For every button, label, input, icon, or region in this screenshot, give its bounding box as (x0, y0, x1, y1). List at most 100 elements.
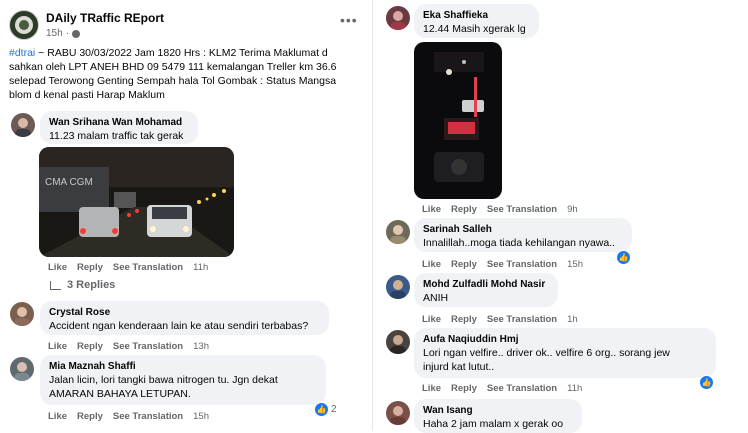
globe-icon (72, 29, 81, 38)
user-avatar-icon (390, 280, 406, 299)
like-button[interactable]: Like (422, 204, 441, 215)
comment-time[interactable]: 1h (567, 314, 578, 325)
post-time[interactable]: 15h (46, 28, 63, 39)
comment-author[interactable]: Mohd Zulfadli Mohd Nasir (423, 278, 549, 291)
comment-bubble: Crystal Rose Accident ngan kenderaan lai… (40, 301, 329, 335)
see-translation-button[interactable]: See Translation (113, 411, 183, 422)
user-avatar-icon (14, 307, 30, 326)
comment-bubble: Aufa Naqiuddin Hmj Lori ngan velfire.. d… (414, 328, 716, 378)
page-logo-icon (11, 12, 37, 38)
thumbs-up-icon: 👍 (314, 402, 329, 417)
like-button[interactable]: Like (422, 259, 441, 270)
comment-time[interactable]: 11h (567, 383, 582, 394)
comment-actions: Like Reply See Translation 13h (48, 341, 209, 352)
post-body: ~ RABU 30/03/2022 Jam 1820 Hrs : KLM2 Te… (9, 47, 337, 101)
reply-arrow-icon (50, 280, 61, 290)
comment-text: Lori ngan velfire.. driver ok.. velfire … (423, 347, 670, 359)
comment-actions: Like Reply See Translation 15h (422, 259, 583, 270)
like-button[interactable]: Like (48, 262, 67, 273)
comment-text: Jalan licin, lori tangki bawa nitrogen t… (49, 374, 278, 386)
comment-text: AMARAN BAHAYA LETUPAN. (49, 388, 191, 400)
like-button[interactable]: Like (48, 411, 67, 422)
see-translation-button[interactable]: See Translation (113, 341, 183, 352)
page-name[interactable]: DAily TRaffic REport (46, 11, 164, 25)
more-options-icon[interactable]: ••• (340, 12, 358, 28)
page-avatar[interactable] (9, 10, 39, 40)
see-translation-button[interactable]: See Translation (487, 259, 557, 270)
reply-button[interactable]: Reply (451, 314, 477, 325)
avatar[interactable] (386, 275, 410, 299)
comment-author[interactable]: Crystal Rose (49, 306, 320, 319)
view-replies[interactable]: 3 Replies (50, 279, 115, 291)
right-column: Eka Shaffieka 12.44 Masih xgerak lg Like… (373, 0, 748, 433)
avatar[interactable] (386, 330, 410, 354)
reply-button[interactable]: Reply (77, 341, 103, 352)
comment-author[interactable]: Wan Isang (423, 404, 573, 417)
replies-count[interactable]: 3 Replies (67, 279, 115, 291)
comment-time[interactable]: 13h (193, 341, 209, 352)
reply-button[interactable]: Reply (77, 262, 103, 273)
comment-photo[interactable] (414, 42, 502, 199)
comment-text: Haha 2 jam malam x gerak oo (423, 418, 564, 430)
user-avatar-icon (15, 118, 31, 137)
reaction-count[interactable]: 👍 (699, 375, 714, 390)
comment-time[interactable]: 15h (567, 259, 583, 270)
comment-text: Accident ngan kenderaan lain ke atau sen… (49, 320, 309, 332)
comment-bubble: Sarinah Salleh Innalillah..moga tiada ke… (414, 218, 632, 252)
car-interior-night-photo (414, 42, 502, 199)
user-avatar-icon (390, 11, 406, 30)
avatar[interactable] (10, 302, 34, 326)
avatar[interactable] (11, 113, 35, 137)
comment-bubble: Wan Isang Haha 2 jam malam x gerak oo (414, 399, 582, 433)
user-avatar-icon (390, 225, 406, 244)
comment-time[interactable]: 11h (193, 262, 208, 273)
comment-text: 11.23 malam traffic tak gerak (49, 130, 184, 142)
comment-author[interactable]: Sarinah Salleh (423, 223, 623, 236)
traffic-night-photo: CMA CGM (39, 147, 234, 257)
avatar[interactable] (10, 357, 34, 381)
reaction-count[interactable]: 👍 (616, 250, 631, 265)
comment-actions: Like Reply See Translation 9h (422, 204, 578, 215)
left-column: DAily TRaffic REport 15h · ••• #dtrai ~ … (0, 0, 372, 431)
comment-actions: Like Reply See Translation 15h (48, 411, 209, 422)
avatar[interactable] (386, 401, 410, 425)
avatar[interactable] (386, 6, 410, 30)
user-avatar-icon (390, 406, 406, 425)
like-button[interactable]: Like (48, 341, 67, 352)
see-translation-button[interactable]: See Translation (487, 204, 557, 215)
comment-text: injurd kat lutut.. (423, 361, 495, 373)
comment-photo[interactable]: CMA CGM (39, 147, 234, 257)
thumbs-up-icon: 👍 (616, 250, 631, 265)
see-translation-button[interactable]: See Translation (487, 314, 557, 325)
reply-button[interactable]: Reply (451, 204, 477, 215)
comment-text: Innalillah..moga tiada kehilangan nyawa.… (423, 237, 616, 249)
post-meta: 15h · (46, 28, 81, 39)
user-avatar-icon (14, 362, 30, 381)
like-button[interactable]: Like (422, 314, 441, 325)
like-button[interactable]: Like (422, 383, 441, 394)
comment-time[interactable]: 15h (193, 411, 209, 422)
comment-bubble: Mohd Zulfadli Mohd Nasir ANIH (414, 273, 558, 307)
comment-text: ANIH (423, 292, 449, 304)
see-translation-button[interactable]: See Translation (487, 383, 557, 394)
comment-time[interactable]: 9h (567, 204, 578, 215)
comment-bubble: Wan Srihana Wan Mohamad 11.23 malam traf… (40, 111, 198, 144)
reply-button[interactable]: Reply (77, 411, 103, 422)
comment-bubble: Mia Maznah Shaffi Jalan licin, lori tang… (40, 355, 326, 405)
reaction-count[interactable]: 👍 2 (314, 402, 337, 417)
thumbs-up-icon: 👍 (699, 375, 714, 390)
comment-author[interactable]: Eka Shaffieka (423, 9, 530, 22)
hashtag-link[interactable]: #dtrai (9, 47, 35, 59)
reply-button[interactable]: Reply (451, 383, 477, 394)
see-translation-button[interactable]: See Translation (113, 262, 183, 273)
reply-button[interactable]: Reply (451, 259, 477, 270)
comment-actions: Like Reply See Translation 1h (422, 314, 578, 325)
comment-actions: Like Reply See Translation 11h (48, 262, 208, 273)
avatar[interactable] (386, 220, 410, 244)
comment-bubble: Eka Shaffieka 12.44 Masih xgerak lg (414, 4, 539, 38)
comment-author[interactable]: Aufa Naqiuddin Hmj (423, 333, 707, 346)
comment-author[interactable]: Mia Maznah Shaffi (49, 360, 317, 373)
comment-author[interactable]: Wan Srihana Wan Mohamad (49, 116, 189, 129)
user-avatar-icon (390, 335, 406, 354)
comment-actions: Like Reply See Translation 11h (422, 383, 582, 394)
